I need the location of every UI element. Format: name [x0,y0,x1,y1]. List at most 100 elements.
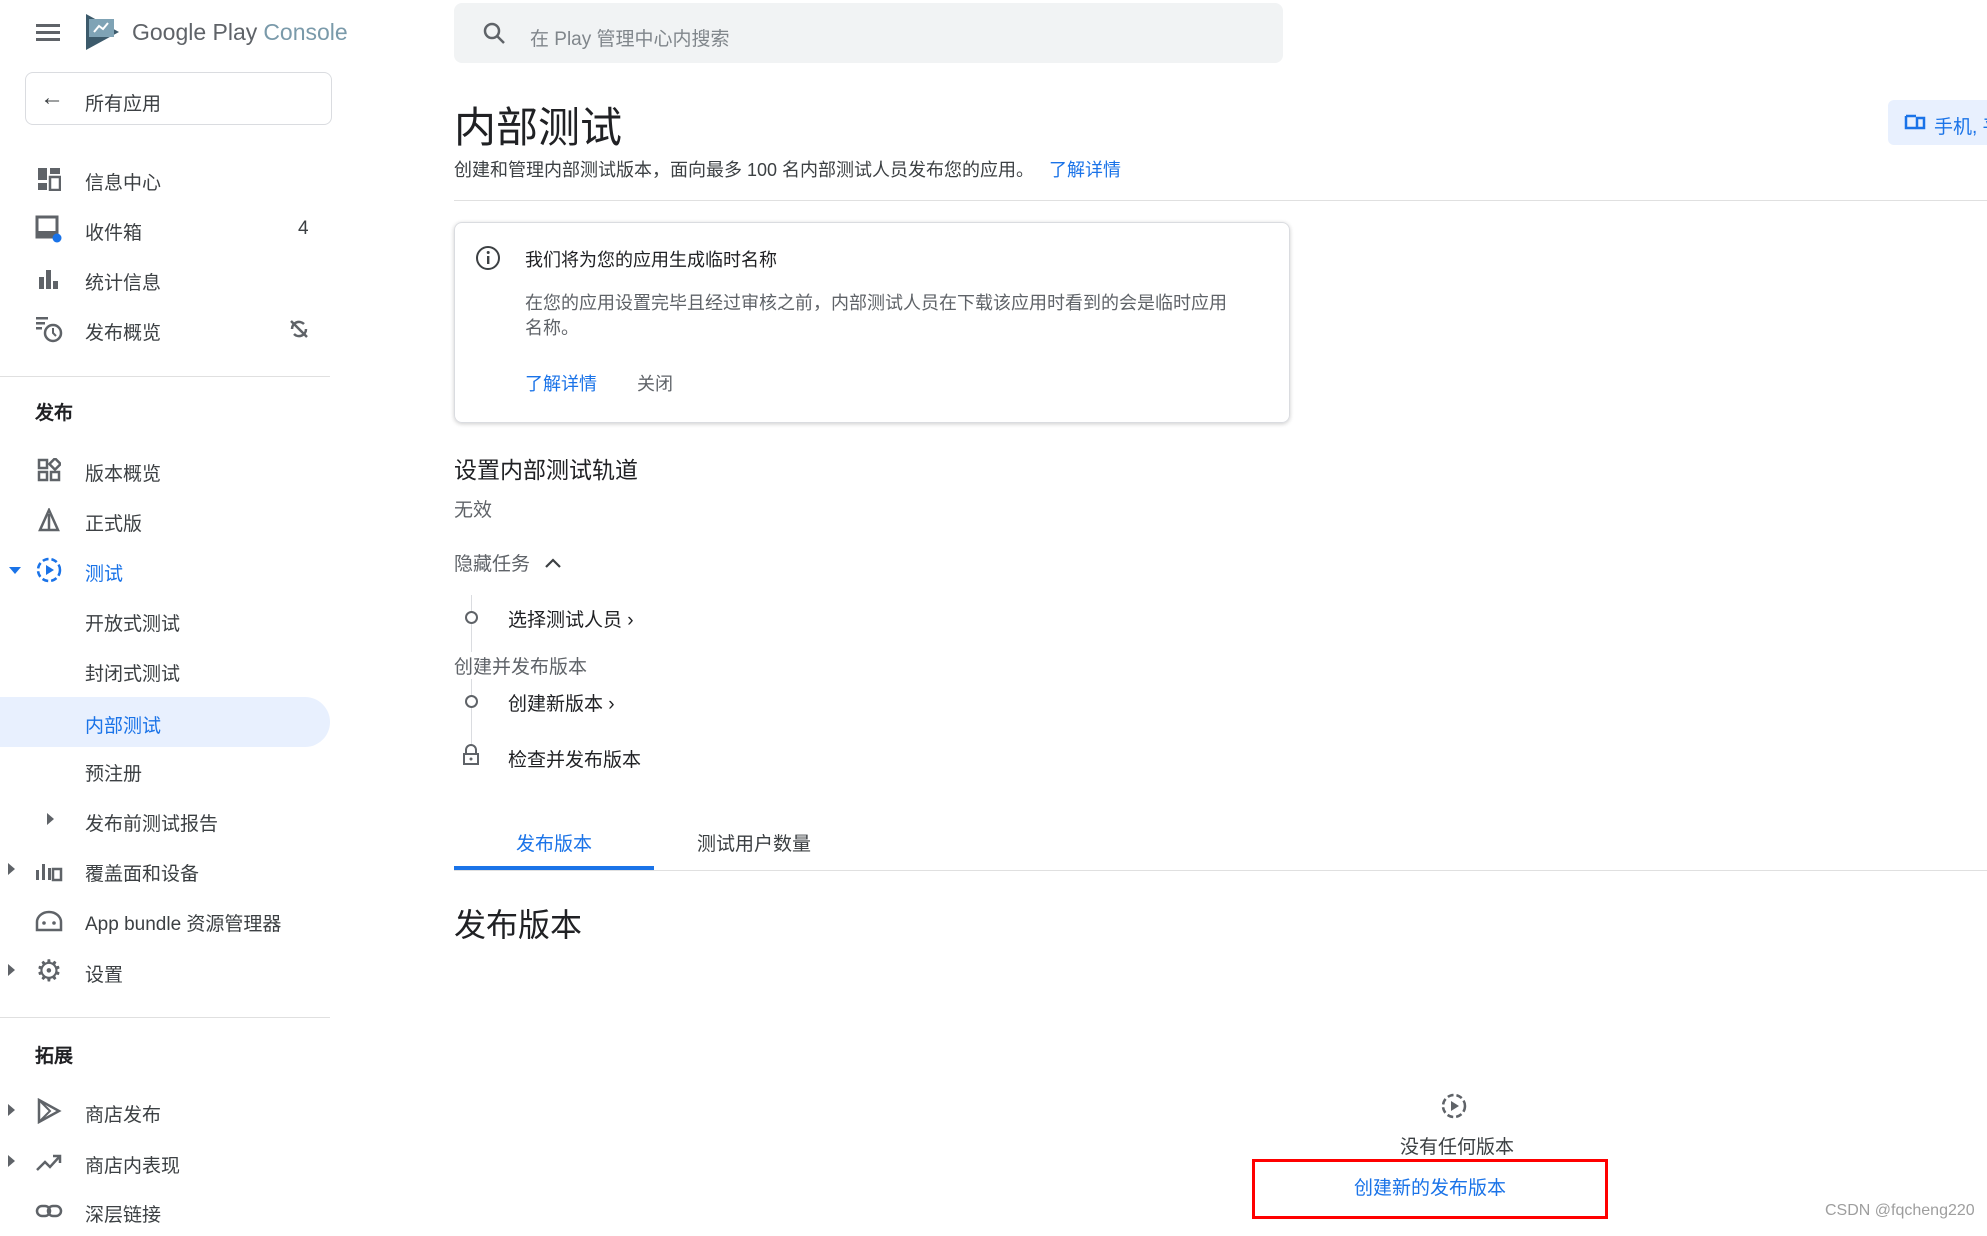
all-apps-label: 所有应用 [85,94,162,115]
trending-up-icon [35,1148,63,1176]
schedule-list-icon [35,315,63,343]
arrow-back-icon: ← [40,84,64,111]
caret-right-icon [47,813,54,825]
logo-text: Google Play [132,18,258,45]
gear-icon: ⚙ [35,954,63,988]
sidebar-item-pre-launch-report[interactable]: 发布前测试报告 [0,795,332,845]
menu-button[interactable] [36,20,64,44]
lock-icon [461,744,481,766]
sidebar-item-label: 版本概览 [85,464,162,485]
logo-console-text: Console [263,18,348,45]
sidebar-item-label: 商店内表现 [85,1156,181,1177]
sidebar-item-inbox[interactable]: 收件箱 4 [0,204,332,254]
release-empty-icon [1441,1093,1467,1119]
sidebar-item-label: 正式版 [85,514,143,535]
sidebar-item-closed-testing[interactable]: 封闭式测试 [0,645,332,695]
tab-label: 发布版本 [515,834,592,855]
play-console-logo[interactable]: Google Play Console [85,13,348,51]
sidebar-item-testing[interactable]: 测试 [0,545,332,595]
inbox-count-badge: 4 [298,218,309,239]
production-icon [35,506,63,534]
caret-right-icon [8,964,15,976]
sidebar-item-label: 测试 [85,564,124,585]
sidebar-item-label: 封闭式测试 [85,664,181,685]
device-filter-chip[interactable]: 手机, 平 [1888,100,1987,145]
sidebar-item-statistics[interactable]: 统计信息 [0,254,332,304]
create-release-button[interactable]: 创建新的发布版本 [1252,1159,1608,1219]
sidebar-item-label: 统计信息 [85,273,162,294]
subtitle-text: 创建和管理内部测试版本，面向最多 100 名内部测试人员发布您的应用。 [454,160,1035,180]
releases-section-title: 发布版本 [454,907,583,943]
sidebar-item-internal-testing[interactable]: 内部测试 [0,697,330,747]
header-divider [454,200,1987,201]
sidebar-item-publishing-overview[interactable]: 发布概览 [0,304,332,354]
search-input[interactable]: 在 Play 管理中心内搜索 [454,3,1283,63]
task-label: 选择测试人员 [508,610,623,631]
reach-devices-icon [35,856,63,884]
create-release-label: 创建新的发布版本 [1353,1178,1506,1199]
sidebar-item-settings[interactable]: ⚙ 设置 [0,946,332,996]
hide-tasks-toggle[interactable]: 隐藏任务 [454,549,562,576]
sidebar-item-label: 信息中心 [85,173,162,194]
sidebar-item-release-overview[interactable]: 版本概览 [0,445,332,495]
notice-close-button[interactable]: 关闭 [637,370,673,396]
sidebar-item-label: 发布概览 [85,323,162,344]
temporary-name-notice-card: 我们将为您的应用生成临时名称 在您的应用设置完毕且经过审核之前，内部测试人员在下… [454,222,1290,423]
bar-chart-icon [35,265,63,293]
testing-icon [35,556,63,584]
sidebar-item-label: 预注册 [85,764,143,785]
play-store-icon [35,1097,63,1125]
sidebar-item-reach-devices[interactable]: 覆盖面和设备 [0,845,332,895]
sidebar-item-app-bundle-explorer[interactable]: App bundle 资源管理器 [0,895,332,945]
sidebar-divider [0,1017,330,1018]
watermark: CSDN @fqcheng220 [1825,1202,1975,1219]
sidebar-item-pre-registration[interactable]: 预注册 [0,745,332,795]
play-console-logo-icon [86,14,119,50]
empty-state-text: 没有任何版本 [1400,1137,1515,1158]
sidebar-item-dashboard[interactable]: 信息中心 [0,154,332,204]
tab-releases[interactable]: 发布版本 [454,825,654,870]
task-select-testers[interactable]: 选择测试人员 › [508,605,634,632]
tab-label: 测试用户数量 [696,834,811,855]
track-status: 无效 [454,500,493,521]
tab-tester-count[interactable]: 测试用户数量 [664,825,844,870]
search-icon [483,22,505,44]
device-chip-label: 手机, 平 [1934,117,1987,138]
page-subtitle: 创建和管理内部测试版本，面向最多 100 名内部测试人员发布您的应用。 了解详情 [454,156,1121,182]
sidebar-item-label: 深层链接 [85,1205,162,1226]
tabs-divider [454,870,1987,871]
sidebar-item-production[interactable]: 正式版 [0,495,332,545]
section-heading-grow: 拓展 [35,1046,74,1067]
android-bundle-icon [35,906,63,934]
chevron-up-icon [545,557,561,568]
caret-down-icon [9,567,21,574]
sidebar-item-store-presence[interactable]: 商店发布 [0,1086,332,1136]
sync-off-icon[interactable] [288,318,310,345]
sidebar-item-label: 开放式测试 [85,614,181,635]
sidebar-item-open-testing[interactable]: 开放式测试 [0,595,332,645]
hamburger-icon [36,24,60,41]
task-group-label: 创建并发布版本 [454,652,588,679]
notice-title: 我们将为您的应用生成临时名称 [525,250,777,270]
link-icon [35,1197,63,1225]
sidebar-divider [0,376,330,377]
sidebar-item-label: App bundle 资源管理器 [85,914,282,935]
learn-more-link[interactable]: 了解详情 [1049,160,1121,180]
section-heading-release: 发布 [35,403,74,424]
task-review-release: 检查并发布版本 [508,750,642,771]
sidebar-item-store-performance[interactable]: 商店内表现 [0,1137,332,1187]
notice-learn-more-link[interactable]: 了解详情 [525,370,597,396]
all-apps-button[interactable]: ← 所有应用 [25,72,332,125]
sidebar-item-label: 覆盖面和设备 [85,864,200,885]
hide-tasks-label: 隐藏任务 [454,554,531,575]
inbox-icon [35,215,63,243]
task-circle-icon [465,695,478,708]
task-create-release[interactable]: 创建新版本 › [508,689,615,716]
caret-right-icon [8,1104,15,1116]
caret-right-icon [8,863,15,875]
sidebar-item-label: 发布前测试报告 [85,814,219,835]
sidebar-item-label: 内部测试 [85,716,162,737]
page-title: 内部测试 [454,104,623,151]
sidebar-item-label: 收件箱 [85,223,143,244]
setup-track-title: 设置内部测试轨道 [454,457,638,483]
